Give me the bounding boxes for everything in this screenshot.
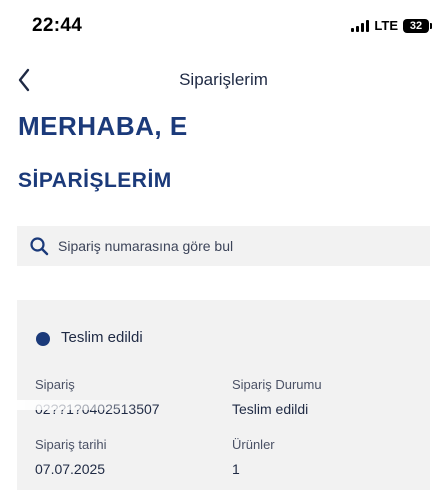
- page-title: Siparişlerim: [179, 70, 268, 89]
- order-card[interactable]: Teslim edildi Sipariş 02??1?0402513507 S…: [17, 300, 430, 490]
- nav-bar: Siparişlerim: [0, 62, 447, 98]
- order-state-value: Teslim edildi: [232, 401, 309, 417]
- status-bar: 22:44 LTE 32: [0, 0, 447, 54]
- search-bar[interactable]: [17, 226, 430, 266]
- status-dot-icon: [36, 332, 50, 346]
- battery-icon: 32: [403, 18, 432, 33]
- order-date-label: Sipariş tarihi: [35, 437, 107, 452]
- status-time: 22:44: [32, 15, 83, 36]
- search-input[interactable]: [58, 238, 418, 254]
- order-status: Teslim edildi: [61, 329, 143, 346]
- order-items-label: Ürünler: [232, 437, 275, 452]
- order-items-value: 1: [232, 461, 240, 477]
- order-date-value: 07.07.2025: [35, 461, 106, 477]
- status-indicators: LTE 32: [351, 18, 432, 33]
- signal-icon: [351, 19, 370, 32]
- order-number-label: Sipariş: [35, 377, 75, 392]
- greeting: MERHABA, E: [18, 111, 310, 142]
- redacted-name: [189, 118, 310, 139]
- network-type: LTE: [374, 18, 398, 33]
- order-state-label: Sipariş Durumu: [232, 377, 322, 392]
- greeting-text: MERHABA, E: [18, 111, 188, 141]
- redaction-overlay: [0, 400, 145, 410]
- section-title: SİPARİŞLERİM: [18, 169, 172, 192]
- search-icon: [30, 237, 49, 256]
